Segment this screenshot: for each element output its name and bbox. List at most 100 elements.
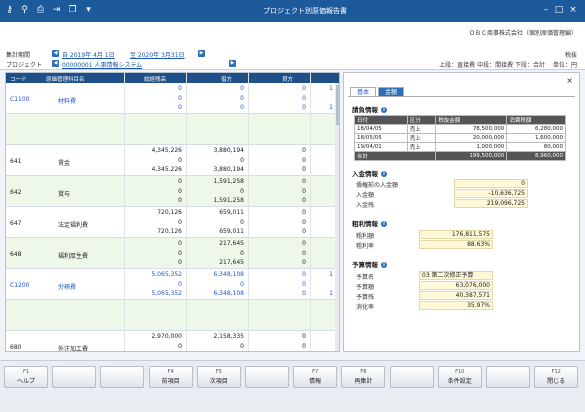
info-icon[interactable]: i <box>381 221 387 227</box>
col-debit[interactable]: 借方 <box>221 75 232 83</box>
row-cell: 0 <box>302 104 306 111</box>
row-cell: 0 <box>302 249 306 257</box>
cell: 19/04/01 <box>354 142 408 152</box>
row-cell: 0 <box>240 156 244 164</box>
profit-amount-label: 粗利額 <box>356 233 375 240</box>
col-code[interactable]: コード <box>10 75 27 83</box>
table-row[interactable]: 18/04/05 売上 78,500,000 6,280,000 <box>354 124 566 134</box>
row-cell: 0 <box>302 166 306 173</box>
fkey-button-2[interactable] <box>52 366 97 388</box>
fkey-label: 情報 <box>309 378 322 385</box>
tab-amount[interactable]: 金額 <box>378 87 404 96</box>
close-window-icon[interactable]: × <box>567 5 579 16</box>
row-cell: 0 <box>302 218 306 226</box>
zoom-icon[interactable]: ⚲ <box>19 5 30 16</box>
table-row[interactable] <box>6 114 335 145</box>
table-row[interactable]: C1100 材料費 0 0 0 1 0 0 0 0 0 0 1 <box>6 83 335 114</box>
table-row[interactable]: 641 賃金 4,345,226 3,880,194 0 0 0 0 4,345,226 3,88… <box>6 145 335 176</box>
tab-basic[interactable]: 基本 <box>350 87 376 96</box>
table-row[interactable] <box>6 300 335 331</box>
row-cell: 0 <box>178 94 182 102</box>
table-row[interactable]: 642 賞与 0 1,591,258 0 0 0 0 0 1,591,258 0 <box>6 176 335 207</box>
receipt-amount-value: -10,636,725 <box>454 189 528 198</box>
budget-amount-label: 予算額 <box>356 284 375 291</box>
function-key-bar: F1 ヘルプ F4 前項目 F5 次項目 F7 情報 F8 再集計 F10 条件設定 F12 閉じる <box>0 360 585 412</box>
sales-table: 日付 区分 税抜金額 消費税額 18/04/05 売上 78,500,000 6,280,0… <box>353 115 566 161</box>
fkey-button-5[interactable]: F5 次項目 <box>196 366 241 388</box>
maximize-icon[interactable]: □ <box>553 5 565 16</box>
budget-name-label: 予算名 <box>356 274 375 281</box>
row-cell: 5,065,352 <box>151 271 182 278</box>
fkey-button-6[interactable] <box>245 366 289 388</box>
project-link[interactable]: 00000001 人事情報システム <box>62 60 142 69</box>
period-from-link[interactable]: 自 2019年 4月 1日 <box>62 50 115 59</box>
fkey-label: 前項目 <box>161 378 180 385</box>
info-icon[interactable]: i <box>381 262 387 268</box>
info-icon[interactable]: i <box>381 107 387 113</box>
fkey-number: F7 <box>312 369 319 375</box>
profit-section-title: 粗利情報 i <box>352 218 387 228</box>
row-cell: 0 <box>302 342 306 350</box>
cell: 売上 <box>406 124 437 134</box>
row-code: 641 <box>10 158 22 165</box>
scroll-thumb[interactable] <box>336 85 339 125</box>
period-prev-button[interactable]: ◀ <box>52 50 59 57</box>
row-cell: 0 <box>302 156 306 164</box>
row-cell: 0 <box>178 259 182 266</box>
profit-amount-value: 176,811,575 <box>419 230 493 239</box>
grid-divider <box>248 73 249 351</box>
table-row[interactable]: 680外注加工費2,970,0002,158,33500002,970,0002… <box>6 331 335 351</box>
dropdown-icon[interactable]: ▾ <box>83 5 94 16</box>
project-next-button[interactable]: ▶ <box>229 60 236 67</box>
fkey-button-7[interactable]: F7 情報 <box>293 366 338 388</box>
receipt-pre-value: 0 <box>454 179 528 188</box>
project-prev-button[interactable]: ◀ <box>52 60 59 67</box>
cell: 1,000,000 <box>435 142 508 152</box>
row-cell: 1,591,258 <box>213 197 244 204</box>
print-icon[interactable]: ⎙ <box>35 5 46 16</box>
col-credit[interactable]: 貸方 <box>282 75 293 83</box>
row-cell: 0 <box>178 342 182 350</box>
fkey-button-1[interactable]: F1 ヘルプ <box>4 366 48 388</box>
row-cell: 0 <box>302 147 306 154</box>
cell: 20,000,000 <box>435 133 508 143</box>
cell: 1,600,000 <box>506 133 566 143</box>
row-cell: 4,345,226 <box>151 147 182 154</box>
fkey-button-8[interactable]: F8 再集計 <box>341 366 386 388</box>
condition-header: 集計期間 ◀ 自 2019年 4月 1日 至 2020年 3月31日 ▶ プロジ… <box>0 22 585 70</box>
row-cell: 0 <box>178 280 182 288</box>
row-cell: 3,880,194 <box>213 166 244 173</box>
cell: 6,280,000 <box>506 124 566 134</box>
col-balance[interactable]: 総経残高 <box>144 75 166 83</box>
row-cell: 0 <box>178 240 182 247</box>
period-next-button[interactable]: ▶ <box>198 50 205 57</box>
fkey-button-4[interactable]: F4 前項目 <box>148 366 193 388</box>
info-icon[interactable]: i <box>381 171 387 177</box>
key-icon[interactable]: ⚷ <box>4 5 15 16</box>
export-icon[interactable]: ⇥ <box>51 5 62 16</box>
period-to-link[interactable]: 至 2020年 3月31日 <box>130 50 185 59</box>
minimize-icon[interactable]: – <box>540 5 552 16</box>
col-name[interactable]: 原価管理科目名 <box>46 75 85 83</box>
table-row[interactable]: 647 法定福利費 720,126 659,011 0 0 0 0 720,126 659,011… <box>6 207 335 238</box>
row-cell: 0 <box>178 104 182 111</box>
fkey-button-3[interactable] <box>100 366 145 388</box>
grid-scrollbar[interactable] <box>335 83 339 351</box>
fkey-button-12[interactable]: F12 閉じる <box>534 366 579 388</box>
total-tax: 8,960,000 <box>506 151 566 161</box>
receipt-amount-label: 入金額 <box>356 192 375 199</box>
table-row[interactable]: C1200 労務費 5,065,352 6,348,108 0 1 0 0 0 5,065,352… <box>6 269 335 300</box>
copy-icon[interactable]: ❐ <box>67 5 78 16</box>
fkey-button-9[interactable] <box>389 366 434 388</box>
table-row[interactable]: 18/05/05 売上 20,000,000 1,600,000 <box>354 133 566 143</box>
row-cell: 0 <box>302 259 306 266</box>
row-code: C1100 <box>10 96 30 103</box>
table-row[interactable]: 19/04/01 売上 1,000,000 80,000 <box>354 142 566 152</box>
table-row[interactable]: 648 福利厚生費 0 217,645 0 0 0 0 0 217,645 0 <box>6 238 335 269</box>
fkey-button-10[interactable]: F10 条件設定 <box>437 366 482 388</box>
row-cell: 0 <box>302 333 306 340</box>
fkey-button-11[interactable] <box>486 366 530 388</box>
close-panel-icon[interactable]: × <box>566 76 573 85</box>
row-code: 647 <box>10 220 22 227</box>
title-bar: ⚷ ⚲ ⎙ ⇥ ❐ ▾ プロジェクト別原価報告書 – □ × <box>0 0 585 22</box>
